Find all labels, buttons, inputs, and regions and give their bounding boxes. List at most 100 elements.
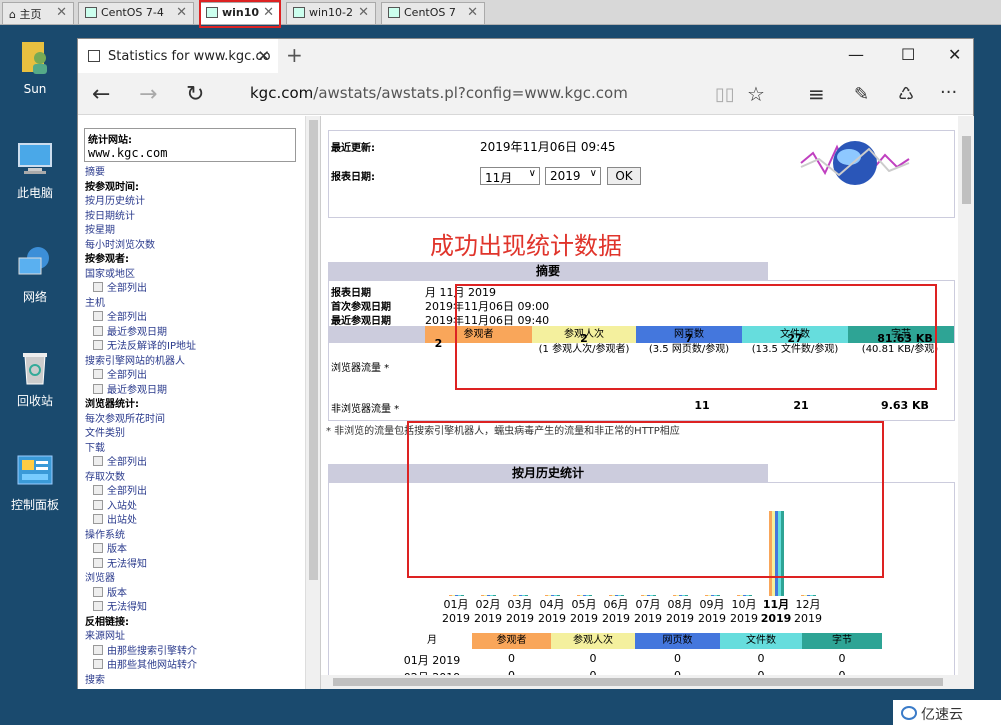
new-tab-icon[interactable]: +	[286, 43, 303, 67]
vm-tab-home[interactable]: ⌂ 主页 ✕	[2, 2, 74, 24]
chart-bar	[589, 595, 592, 596]
chart-bar	[801, 595, 804, 596]
forward-icon[interactable]: →	[139, 82, 157, 107]
watermark: 亿速云	[893, 700, 1001, 725]
share-icon[interactable]: ♺	[898, 84, 914, 105]
chart-bar	[583, 595, 586, 596]
first-visit-label: 首次参观日期	[331, 302, 391, 313]
sidebar-link[interactable]: 文件类别	[85, 427, 300, 442]
desktop-icon-control-panel[interactable]: 控制面板	[0, 452, 70, 513]
monthly-table-cell: 01月 2019	[403, 654, 461, 667]
sidebar-link[interactable]: 主机	[85, 297, 300, 312]
sidebar-link[interactable]: 按星期	[85, 224, 300, 239]
reading-view-icon[interactable]: ▯▯	[715, 84, 735, 105]
monthly-table-header: 参观者	[472, 633, 551, 649]
highlight-box	[407, 421, 884, 578]
sidebar-link[interactable]: 全部列出	[85, 311, 300, 326]
sidebar-link[interactable]: 入站处	[85, 500, 300, 515]
sidebar-link[interactable]: 全部列出	[85, 369, 300, 384]
chart-bar	[516, 595, 519, 596]
scrollbar-thumb[interactable]	[309, 120, 318, 580]
sidebar-link[interactable]: 操作系统	[85, 529, 300, 544]
sidebar-link[interactable]: 最近参观日期	[85, 384, 300, 399]
more-icon[interactable]: ···	[940, 82, 957, 103]
web-note-icon[interactable]: ✎	[854, 84, 869, 105]
sidebar-link[interactable]: 全部列出	[85, 282, 300, 297]
sidebar-link[interactable]: 每小时浏览次数	[85, 239, 300, 254]
sidebar-link[interactable]: 版本	[85, 543, 300, 558]
site-label: 统计网站:	[88, 135, 132, 146]
left-scrollbar[interactable]	[305, 116, 320, 689]
desktop-icon-network[interactable]: 网络	[0, 244, 70, 305]
scrollbar-thumb[interactable]	[962, 136, 971, 204]
chevron-down-icon: ∨	[528, 168, 536, 179]
sidebar-link[interactable]: 搜索	[85, 674, 300, 689]
chart-bar	[653, 595, 656, 596]
vm-tab-centos7[interactable]: CentOS 7 ✕	[381, 2, 485, 24]
chart-year-label: 2019	[730, 612, 758, 625]
minimize-icon[interactable]: —	[848, 45, 864, 64]
back-icon[interactable]: ←	[92, 82, 110, 107]
browser-tab[interactable]: Statistics for www.kgc.co ✕	[78, 39, 278, 73]
main-vertical-scrollbar[interactable]	[958, 116, 974, 689]
hub-icon[interactable]: ≡	[808, 82, 825, 106]
chart-bar	[551, 595, 554, 596]
sidebar-link[interactable]: 国家或地区	[85, 268, 300, 283]
sidebar-link[interactable]: 全部列出	[85, 456, 300, 471]
vm-tab-centos74[interactable]: CentOS 7-4 ✕	[78, 2, 194, 24]
sidebar-link[interactable]: 浏览器	[85, 572, 300, 587]
close-icon[interactable]: ✕	[358, 5, 369, 20]
scrollbar-thumb[interactable]	[333, 678, 943, 686]
network-icon	[16, 244, 54, 282]
monthly-table-header: 文件数	[720, 633, 802, 649]
chart-month-label: 09月	[699, 598, 725, 611]
chart-month-label: 02月	[475, 598, 501, 611]
sidebar-link[interactable]: 全部列出	[85, 485, 300, 500]
main-frame: 最近更新: 2019年11月06日 09:45 报表日期: 11月 ∨ 2019 ∨…	[321, 116, 958, 689]
chart-bar	[519, 595, 522, 596]
close-tab-icon[interactable]: ✕	[257, 47, 270, 65]
sidebar-link[interactable]: 由那些其他网站转介	[85, 659, 300, 674]
chart-bar	[810, 595, 813, 596]
sidebar-link[interactable]: 摘要	[85, 166, 300, 181]
chart-year-label: 2019	[666, 612, 694, 625]
chart-bar	[490, 595, 493, 596]
chart-bar	[749, 595, 752, 596]
annotation-text: 成功出现统计数据	[430, 232, 622, 260]
sidebar-link[interactable]: 无法反解译的IP地址	[85, 340, 300, 355]
sidebar-link[interactable]: 来源网址	[85, 630, 300, 645]
close-window-icon[interactable]: ✕	[948, 45, 961, 64]
month-select[interactable]: 11月 ∨	[480, 167, 540, 185]
sidebar-link[interactable]: 每次参观所花时间	[85, 413, 300, 428]
sidebar-link[interactable]: 搜索引擎网站的机器人	[85, 355, 300, 370]
address-bar[interactable]: kgc.com/awstats/awstats.pl?config=www.kg…	[250, 84, 628, 102]
sidebar-link[interactable]: 按月历史统计	[85, 195, 300, 210]
desktop-icon-sun[interactable]: Sun	[0, 38, 70, 96]
vm-tab-win10-2[interactable]: win10-2 ✕	[286, 2, 376, 24]
sidebar-link[interactable]: 存取次数	[85, 471, 300, 486]
close-icon[interactable]: ✕	[467, 5, 478, 20]
maximize-icon[interactable]: ☐	[901, 45, 915, 64]
desktop-icon-recycle-bin[interactable]: 回收站	[0, 348, 70, 409]
chart-month-label: 12月	[795, 598, 821, 611]
desktop-icon-this-pc[interactable]: 此电脑	[0, 140, 70, 201]
chart-bar	[522, 595, 525, 596]
sidebar-link[interactable]: 无法得知	[85, 558, 300, 573]
refresh-icon[interactable]: ↻	[186, 82, 204, 107]
close-icon[interactable]: ✕	[56, 5, 67, 20]
month-select-value: 11月	[485, 171, 513, 185]
chart-month-label: 07月	[635, 598, 661, 611]
sidebar-link[interactable]: 版本	[85, 587, 300, 602]
ok-button[interactable]: OK	[607, 167, 641, 185]
main-horizontal-scrollbar[interactable]	[321, 675, 958, 689]
monthly-table-cell: 0	[838, 652, 846, 665]
sidebar-link[interactable]: 下载	[85, 442, 300, 457]
sidebar-link[interactable]: 无法得知	[85, 601, 300, 616]
close-icon[interactable]: ✕	[176, 5, 187, 20]
sidebar-link[interactable]: 最近参观日期	[85, 326, 300, 341]
year-select[interactable]: 2019 ∨	[545, 167, 601, 185]
sidebar-link[interactable]: 由那些搜索引擎转介	[85, 645, 300, 660]
sidebar-link[interactable]: 出站处	[85, 514, 300, 529]
favorite-star-icon[interactable]: ☆	[747, 82, 765, 106]
sidebar-link[interactable]: 按日期统计	[85, 210, 300, 225]
